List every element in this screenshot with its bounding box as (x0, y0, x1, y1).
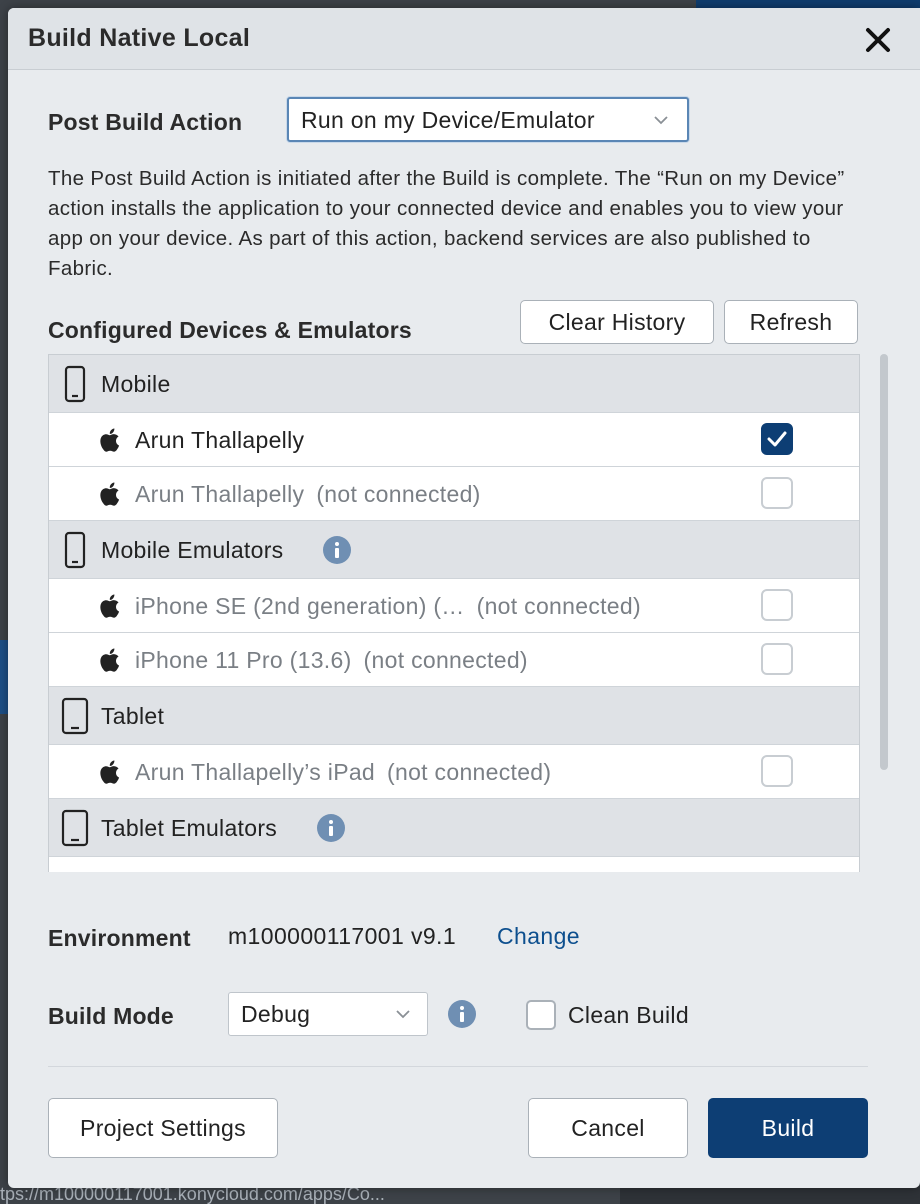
configured-devices-label: Configured Devices & Emulators (48, 317, 412, 343)
group-tablet-emulators: Tablet Emulators (49, 799, 859, 857)
clean-build-checkbox[interactable] (526, 1000, 556, 1030)
device-checkbox[interactable] (761, 643, 793, 675)
device-checkbox[interactable] (761, 755, 793, 787)
group-label: Mobile (101, 371, 171, 397)
background-status-bar (620, 1186, 920, 1204)
mobile-phone-icon (64, 365, 86, 403)
close-button[interactable] (864, 22, 892, 54)
mobile-phone-icon (64, 531, 86, 569)
apple-icon (100, 594, 120, 618)
device-checkbox[interactable] (761, 423, 793, 455)
group-label: Tablet Emulators (101, 815, 278, 841)
device-row[interactable]: iPhone SE (2nd generation) (… (not connec… (49, 579, 859, 633)
cancel-button[interactable]: Cancel (528, 1098, 688, 1158)
post-build-description: The Post Build Action is initiated after… (48, 167, 845, 280)
group-mobile: Mobile (49, 355, 859, 413)
device-checkbox[interactable] (761, 477, 793, 509)
device-row-partial (49, 857, 859, 872)
device-name-text: Arun Thallapelly’s iPad (135, 759, 376, 785)
device-list: Mobile Arun Thallapelly Arun Thallapelly… (48, 354, 860, 872)
tablet-icon (61, 809, 89, 847)
chevron-down-icon (654, 116, 668, 125)
post-build-action-value: Run on my Device/Emulator (301, 107, 595, 133)
device-name-text: Arun Thallapelly (135, 481, 305, 507)
info-icon[interactable] (323, 536, 351, 564)
environment-value: m100000117001 v9.1 (228, 923, 457, 949)
device-name: Arun Thallapelly (not connected) (135, 481, 481, 508)
project-settings-button[interactable]: Project Settings (48, 1098, 278, 1158)
device-status: (not connected) (476, 593, 641, 619)
checkmark-icon (767, 431, 787, 447)
device-name-text: iPhone 11 Pro (13.6) (135, 647, 352, 673)
info-icon[interactable] (448, 1000, 476, 1028)
apple-icon (100, 428, 120, 452)
dialog-titlebar: Build Native Local (8, 8, 920, 70)
device-row[interactable]: Arun Thallapelly (49, 413, 859, 467)
group-label: Mobile Emulators (101, 537, 284, 563)
group-tablet: Tablet (49, 687, 859, 745)
device-name-text: iPhone SE (2nd generation) (… (135, 593, 465, 619)
device-name: Arun Thallapelly’s iPad (not connected) (135, 759, 551, 786)
device-row[interactable]: iPhone 11 Pro (13.6) (not connected) (49, 633, 859, 687)
device-name: iPhone SE (2nd generation) (… (not connec… (135, 593, 641, 620)
post-build-action-select[interactable]: Run on my Device/Emulator (287, 97, 689, 142)
background-app-sidebar (0, 640, 8, 714)
chevron-down-icon (396, 1010, 410, 1019)
device-row[interactable]: Arun Thallapelly’s iPad (not connected) (49, 745, 859, 799)
device-status: (not connected) (387, 759, 552, 785)
build-button[interactable]: Build (708, 1098, 868, 1158)
apple-icon (100, 482, 120, 506)
change-environment-link[interactable]: Change (497, 923, 580, 950)
apple-icon (100, 648, 120, 672)
device-row[interactable]: Arun Thallapelly (not connected) (49, 467, 859, 521)
device-status: (not connected) (316, 481, 481, 507)
build-mode-value: Debug (241, 1001, 311, 1027)
build-mode-select[interactable]: Debug (228, 992, 428, 1036)
close-icon (866, 28, 890, 52)
footer-divider (48, 1066, 868, 1067)
apple-icon (100, 760, 120, 784)
build-native-local-dialog: Build Native Local Post Build Action Run… (8, 8, 920, 1188)
device-list-scrollbar[interactable] (880, 354, 888, 770)
group-label: Tablet (101, 703, 165, 729)
group-mobile-emulators: Mobile Emulators (49, 521, 859, 579)
environment-label: Environment (48, 925, 191, 951)
tablet-icon (61, 697, 89, 735)
device-name: Arun Thallapelly (135, 427, 304, 454)
refresh-button[interactable]: Refresh (724, 300, 858, 344)
clean-build-label[interactable]: Clean Build (568, 1002, 689, 1029)
device-name-text: Arun Thallapelly (135, 427, 305, 453)
build-mode-label: Build Mode (48, 1003, 174, 1029)
device-name: iPhone 11 Pro (13.6) (not connected) (135, 647, 528, 674)
clear-history-button[interactable]: Clear History (520, 300, 714, 344)
device-status: (not connected) (363, 647, 528, 673)
post-build-action-label: Post Build Action (48, 109, 243, 135)
dialog-title: Build Native Local (28, 24, 251, 52)
info-icon[interactable] (317, 814, 345, 842)
device-checkbox[interactable] (761, 589, 793, 621)
